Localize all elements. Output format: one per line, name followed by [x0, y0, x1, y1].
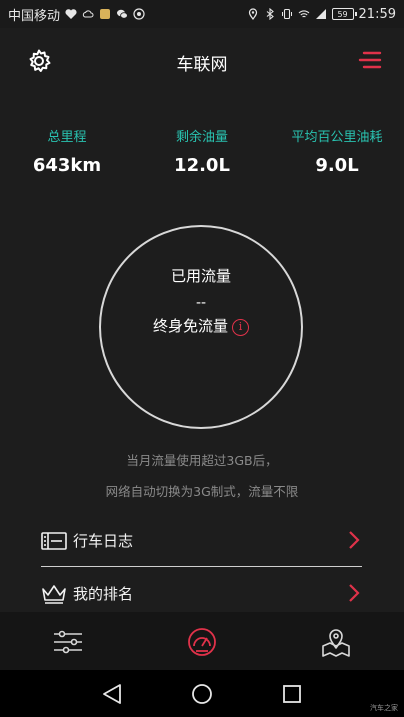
bottom-nav	[0, 612, 404, 670]
page-title: 车联网	[176, 55, 228, 75]
menu-item-my-ranking[interactable]: 我的排名	[41, 571, 362, 617]
chevron-right-icon	[349, 584, 360, 602]
stat-remaining-fuel: 剩余油量 12.0L	[135, 126, 269, 176]
menu-item-label: 我的排名	[73, 585, 134, 603]
chevron-right-icon	[349, 531, 360, 549]
back-icon[interactable]	[100, 682, 124, 706]
bluetooth-icon	[266, 8, 274, 20]
clock: 21:59	[358, 6, 396, 22]
wifi-icon	[298, 10, 309, 18]
stat-value: 643km	[32, 155, 102, 176]
recents-icon[interactable]	[280, 682, 304, 706]
notification-badge-icon	[133, 8, 145, 20]
stat-value: 9.0L	[315, 155, 359, 176]
info-icon[interactable]: i	[232, 319, 249, 336]
battery-level: 59	[337, 9, 348, 19]
settings-sliders-icon[interactable]	[52, 626, 84, 658]
usage-note-line1: 当月流量使用超过3GB后，	[126, 453, 278, 468]
stat-label: 剩余油量	[175, 130, 228, 145]
menu-icon[interactable]	[358, 50, 382, 70]
heart-icon	[65, 9, 77, 19]
app-notification-icon	[100, 9, 111, 19]
data-plan-label: 终身免流量	[152, 317, 228, 335]
home-icon[interactable]	[190, 682, 214, 706]
menu-item-label: 行车日志	[73, 532, 134, 550]
stat-total-mileage: 总里程 643km	[0, 126, 134, 176]
status-bar: 中国移动 59 21:59	[0, 0, 404, 28]
divider	[41, 566, 362, 567]
battery-indicator: 59	[331, 8, 357, 20]
stat-average-consumption: 平均百公里油耗 9.0L	[270, 126, 404, 176]
crown-icon	[42, 585, 66, 604]
logbook-icon	[41, 532, 67, 550]
carrier-label: 中国移动	[8, 8, 61, 24]
stat-label: 平均百公里油耗	[291, 130, 383, 145]
data-usage-value: --	[195, 295, 207, 311]
wechat-icon	[117, 9, 128, 19]
data-plan-row: 终身免流量 i	[101, 315, 301, 336]
data-usage-circle: 已用流量 -- 终身免流量 i	[99, 225, 303, 429]
usage-note-line2: 网络自动切换为3G制式，流量不限	[105, 484, 299, 499]
stat-value: 12.0L	[174, 155, 230, 176]
speedometer-icon[interactable]	[186, 626, 218, 658]
system-nav-bar: 汽车之家	[0, 670, 404, 717]
cloud-icon	[82, 10, 94, 18]
vehicle-stats: 总里程 643km 剩余油量 12.0L 平均百公里油耗 9.0L	[0, 126, 404, 186]
stat-label: 总里程	[47, 130, 87, 145]
menu-item-driving-log[interactable]: 行车日志	[41, 518, 362, 564]
watermark: 汽车之家	[370, 704, 398, 712]
app-screen: 中国移动 59 21:59 车联网 总里程 643km 剩余油量 12.0L 平…	[0, 0, 404, 717]
vibrate-icon	[281, 8, 292, 20]
location-icon	[248, 8, 257, 20]
signal-icon	[315, 9, 326, 19]
status-right: 59 21:59	[247, 7, 396, 22]
map-pin-icon[interactable]	[320, 626, 352, 658]
status-left: 中国移动	[8, 5, 145, 24]
data-usage-title: 已用流量	[170, 267, 231, 285]
app-header: 车联网	[0, 28, 404, 92]
